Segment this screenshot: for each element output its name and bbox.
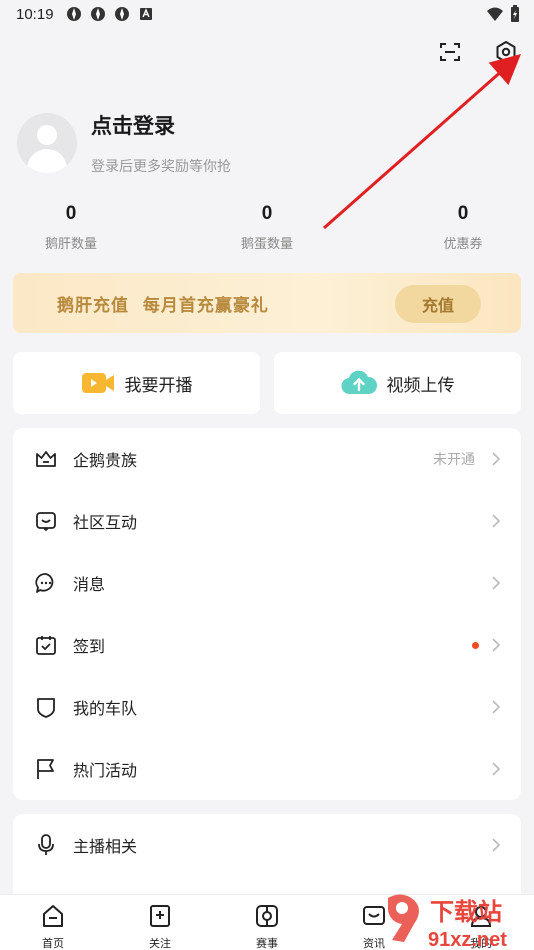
clock: 10:19	[16, 5, 54, 23]
banner-text: 鹅肝充值 每月首充赢豪礼	[57, 295, 269, 316]
recharge-button[interactable]: 充值	[395, 285, 481, 323]
upload-video-label: 视频上传	[386, 375, 455, 396]
settings-button[interactable]	[492, 38, 520, 66]
tab-follow[interactable]: 关注	[130, 903, 190, 950]
login-subtitle: 登录后更多奖励等你抢	[91, 159, 231, 175]
noble-status: 未开通	[433, 452, 475, 468]
profile-header[interactable]: 点击登录 登录后更多奖励等你抢	[17, 110, 231, 176]
watermark-logo: 下载站 91xz.net	[388, 894, 507, 950]
chevron-right-icon	[492, 638, 501, 652]
chevron-right-icon	[492, 452, 501, 466]
chevron-right-icon	[492, 838, 501, 852]
watermark-url: 91xz.net	[428, 929, 507, 950]
battery-icon	[511, 5, 519, 22]
home-icon	[43, 905, 63, 927]
chevron-right-icon	[492, 576, 501, 590]
recharge-banner[interactable]: 鹅肝充值 每月首充赢豪礼 充值	[13, 273, 521, 333]
keyboard-notification-icon	[139, 8, 152, 20]
cloud-upload-icon	[341, 370, 377, 396]
tab-match[interactable]: 赛事	[237, 903, 297, 950]
start-live-button[interactable]: 我要开播	[13, 352, 260, 414]
stat-coupon[interactable]: 0 优惠券	[403, 203, 523, 252]
crown-icon	[36, 451, 56, 467]
checkin-notification-dot	[472, 642, 479, 649]
tab-home[interactable]: 首页	[23, 903, 83, 950]
chat-box-icon	[36, 512, 56, 532]
video-camera-icon	[81, 371, 115, 395]
watermark-title: 下载站	[430, 898, 502, 926]
app-notification-icon	[90, 7, 105, 21]
menu-item-messages[interactable]: 消息	[13, 552, 521, 614]
match-icon	[256, 905, 278, 927]
app-notification-icon	[114, 7, 129, 21]
menu-item-community[interactable]: 社区互动	[13, 490, 521, 552]
flag-icon	[37, 759, 54, 779]
menu-item-streamer[interactable]: 主播相关	[13, 814, 521, 876]
chevron-right-icon	[492, 514, 501, 528]
follow-icon	[150, 905, 170, 927]
login-title[interactable]: 点击登录	[91, 110, 231, 140]
menu-item-checkin[interactable]: 签到	[13, 614, 521, 676]
upload-video-button[interactable]: 视频上传	[274, 352, 521, 414]
stat-goose-liver[interactable]: 0 鹅肝数量	[11, 203, 131, 252]
menu-item-hot-events[interactable]: 热门活动	[13, 738, 521, 800]
microphone-icon	[38, 834, 54, 855]
menu-list: 企鹅贵族 未开通 社区互动 消息 签到 我的车队 热门活动	[13, 428, 521, 800]
wifi-icon	[487, 7, 503, 21]
scan-button[interactable]	[436, 38, 464, 66]
start-live-label: 我要开播	[124, 375, 193, 396]
menu-item-noble[interactable]: 企鹅贵族 未开通	[13, 428, 521, 490]
scan-icon	[440, 43, 460, 61]
chevron-right-icon	[492, 700, 501, 714]
calendar-check-icon	[36, 636, 56, 655]
top-actions	[436, 38, 520, 66]
gear-icon	[496, 41, 516, 63]
menu-item-my-team[interactable]: 我的车队	[13, 676, 521, 738]
shield-icon	[37, 698, 55, 718]
stat-goose-egg[interactable]: 0 鹅蛋数量	[207, 203, 327, 252]
message-icon	[35, 573, 54, 593]
status-bar: 10:19	[0, 0, 534, 28]
stats-row: 0 鹅肝数量 0 鹅蛋数量 0 优惠券	[0, 203, 534, 253]
app-notification-icon	[66, 7, 81, 21]
chevron-right-icon	[492, 762, 501, 776]
avatar[interactable]	[17, 113, 77, 173]
